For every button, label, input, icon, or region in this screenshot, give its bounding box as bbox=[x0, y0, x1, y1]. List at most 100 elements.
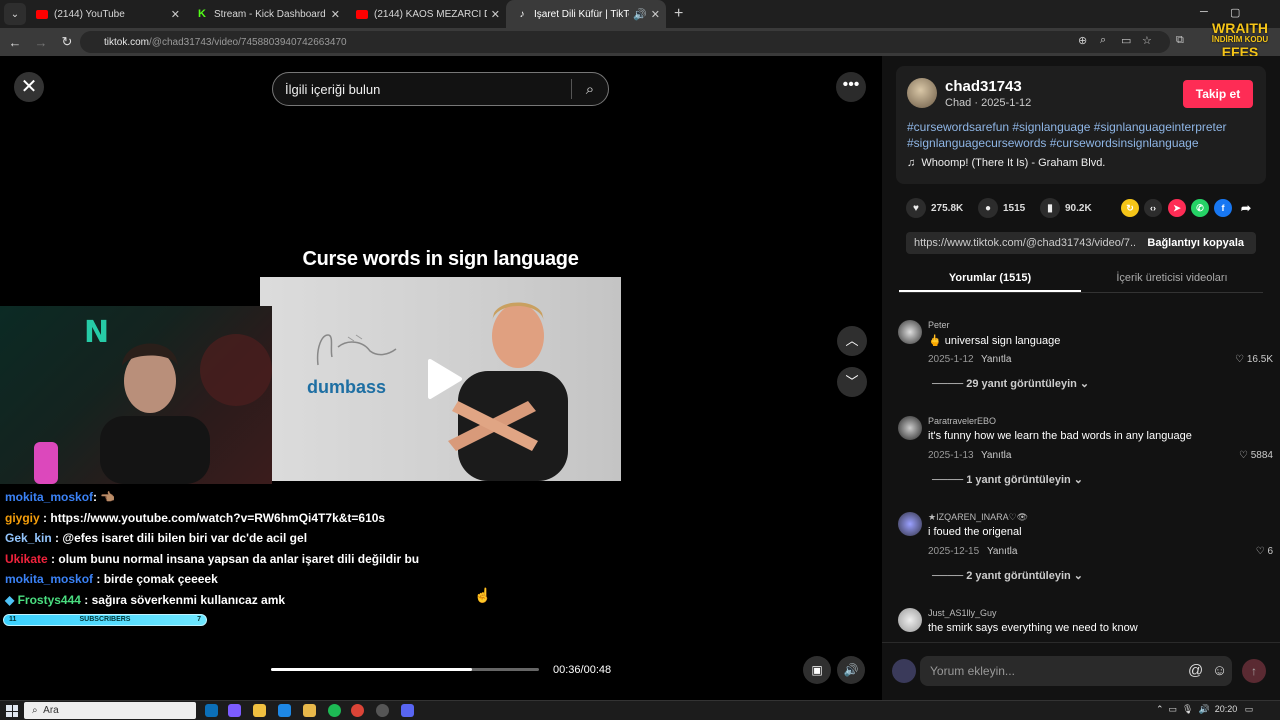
play-icon[interactable] bbox=[420, 357, 464, 401]
commenter-avatar[interactable] bbox=[898, 512, 922, 536]
share-icon[interactable]: ➦ bbox=[1237, 199, 1255, 217]
back-icon[interactable]: ← bbox=[4, 35, 26, 50]
tab-kick-dashboard[interactable]: K Stream - Kick Dashboard ✕ bbox=[186, 0, 346, 28]
new-tab-button[interactable]: + bbox=[674, 5, 683, 23]
author-username[interactable]: chad31743 bbox=[945, 78, 1022, 95]
emoji-icon[interactable]: ☺ bbox=[1212, 662, 1227, 679]
close-tab-icon[interactable]: ✕ bbox=[651, 8, 660, 21]
translate-icon[interactable]: ⊕ bbox=[1078, 34, 1087, 47]
view-replies-button[interactable]: ──── 1 yanıt görüntüleyin ⌄ bbox=[932, 473, 1083, 486]
browser-tab-bar: ⌄ (2144) YouTube ✕ K Stream - Kick Dashb… bbox=[0, 0, 1280, 28]
tab-comments[interactable]: Yorumlar (1515) bbox=[899, 260, 1081, 292]
author-avatar[interactable] bbox=[907, 78, 937, 108]
app-icon[interactable] bbox=[228, 704, 241, 717]
comment-icon: ● bbox=[978, 198, 998, 218]
tiktok-icon: ♪ bbox=[519, 8, 525, 20]
tab-tiktok[interactable]: ♪ İşaret Dili Küfür | TikTok 🔊 ✕ bbox=[506, 0, 666, 28]
tab-youtube[interactable]: (2144) YouTube ✕ bbox=[26, 0, 186, 28]
comment-like-button[interactable]: ♡ 16.5K bbox=[1235, 354, 1273, 365]
close-tab-icon[interactable]: ✕ bbox=[331, 8, 340, 21]
close-tab-icon[interactable]: ✕ bbox=[171, 8, 180, 21]
maximize-icon[interactable]: ▢ bbox=[1230, 6, 1240, 19]
reply-button[interactable]: Yanıtla bbox=[981, 450, 1011, 461]
svg-text:N: N bbox=[84, 315, 109, 350]
minimize-icon[interactable]: ─ bbox=[1200, 6, 1208, 18]
youtube-icon bbox=[356, 9, 368, 19]
spotify-icon[interactable] bbox=[328, 704, 341, 717]
close-video-button[interactable]: ✕ bbox=[14, 72, 44, 102]
chrome-icon[interactable] bbox=[351, 704, 364, 717]
previous-video-button[interactable]: ︿ bbox=[837, 326, 867, 356]
clock: 20:20 bbox=[1214, 704, 1238, 714]
mail-icon[interactable] bbox=[278, 704, 291, 717]
search-bar: ⌕ bbox=[272, 72, 609, 106]
hand-sketch-image bbox=[316, 334, 397, 366]
discord-icon[interactable] bbox=[401, 704, 414, 717]
system-tray: ⌃ ▭ 🎙 🔊 20:20 ▭ bbox=[1156, 704, 1254, 714]
search-icon[interactable]: ⌕ bbox=[572, 81, 608, 98]
repost-icon[interactable]: ↻ bbox=[1121, 199, 1139, 217]
stream-chat: mokita_moskof: 👈🏽 giygiy : https://www.y… bbox=[0, 487, 470, 611]
windows-start-icon[interactable] bbox=[6, 705, 18, 717]
next-video-button[interactable]: ﹀ bbox=[837, 367, 867, 397]
music-link[interactable]: ♫ Whoomp! (There It Is) - Graham Blvd. bbox=[907, 157, 1105, 169]
forward-icon[interactable]: → bbox=[30, 35, 52, 50]
post-info-card: chad31743 Chad · 2025-1-12 Takip et #cur… bbox=[896, 66, 1266, 184]
youtube-icon bbox=[36, 9, 48, 19]
mouse-cursor-icon: ☝ bbox=[474, 587, 492, 603]
tab-search-button[interactable]: ⌄ bbox=[4, 3, 26, 25]
extensions-icon[interactable]: ⧉ bbox=[1176, 34, 1184, 47]
volume-icon[interactable]: 🔊 bbox=[837, 656, 865, 684]
speaker-icon[interactable]: 🔊 bbox=[633, 8, 647, 21]
share-link[interactable]: https://www.tiktok.com/@chad31743/video/… bbox=[906, 237, 1135, 249]
like-button[interactable]: ♥ 275.8K bbox=[906, 198, 963, 218]
save-button[interactable]: ▮ 90.2K bbox=[1040, 198, 1092, 218]
video-frame: dumbass bbox=[260, 277, 621, 481]
store-icon[interactable] bbox=[253, 704, 266, 717]
taskbar-search[interactable]: ⌕ Ara bbox=[24, 702, 196, 719]
more-options-button[interactable]: ••• bbox=[836, 72, 866, 102]
chat-message: Gek_kin : @efes isaret dili bilen biri v… bbox=[5, 531, 308, 546]
my-avatar bbox=[892, 659, 916, 683]
zoom-icon[interactable]: ⌕ bbox=[1100, 34, 1106, 47]
author-subline: Chad · 2025-1-12 bbox=[945, 97, 1032, 109]
url-field[interactable]: tiktok.com/@chad31743/video/745880394074… bbox=[80, 31, 1170, 53]
view-replies-button[interactable]: ──── 2 yanıt görüntüleyin ⌄ bbox=[932, 569, 1083, 582]
edge-icon[interactable] bbox=[205, 704, 218, 717]
whatsapp-icon[interactable]: ✆ bbox=[1191, 199, 1209, 217]
file-explorer-icon[interactable] bbox=[303, 704, 316, 717]
comment-input[interactable] bbox=[920, 656, 1232, 686]
facebook-icon[interactable]: f bbox=[1214, 199, 1232, 217]
close-tab-icon[interactable]: ✕ bbox=[491, 8, 500, 21]
tab-creator-videos[interactable]: İçerik üreticisi videoları bbox=[1081, 260, 1263, 292]
post-comment-button[interactable]: ↑ bbox=[1242, 659, 1266, 683]
cast-icon[interactable]: ▭ bbox=[1121, 34, 1131, 47]
comment-input-bar: @ ☺ ↑ bbox=[882, 642, 1280, 700]
comment-like-button[interactable]: ♡ 6 bbox=[1256, 546, 1273, 557]
hashtags[interactable]: #cursewordsarefun #signlanguage #signlan… bbox=[907, 119, 1259, 151]
reply-button[interactable]: Yanıtla bbox=[981, 354, 1011, 365]
comment-button[interactable]: ● 1515 bbox=[978, 198, 1025, 218]
video-progress-bar[interactable] bbox=[271, 668, 539, 671]
commenter-avatar[interactable] bbox=[898, 416, 922, 440]
send-icon[interactable]: ➤ bbox=[1168, 199, 1186, 217]
follow-button[interactable]: Takip et bbox=[1183, 80, 1253, 108]
share-link-row: https://www.tiktok.com/@chad31743/video/… bbox=[906, 232, 1256, 254]
bookmark-star-icon[interactable]: ☆ bbox=[1142, 34, 1152, 47]
tab-youtube-kaos[interactable]: (2144) KAOS MEZARCI DOCH KAVGA ✕ bbox=[346, 0, 506, 28]
comment-item: Just_AS1lly_Guy the smirk says everythin… bbox=[898, 608, 1273, 638]
reply-button[interactable]: Yanıtla bbox=[987, 546, 1017, 557]
comment-like-button[interactable]: ♡ 5884 bbox=[1239, 450, 1273, 461]
search-input[interactable] bbox=[273, 81, 571, 97]
embed-icon[interactable]: ‹› bbox=[1144, 199, 1162, 217]
device-icon[interactable]: ▣ bbox=[803, 656, 831, 684]
copy-link-button[interactable]: Bağlantıyı kopyala bbox=[1135, 237, 1256, 249]
view-replies-button[interactable]: ──── 29 yanıt görüntüleyin ⌄ bbox=[932, 377, 1089, 390]
obs-icon[interactable] bbox=[376, 704, 389, 717]
reload-icon[interactable]: ↻ bbox=[56, 34, 78, 50]
chat-message: ◆ Frostys444 : sağıra söverkenmi kullanı… bbox=[5, 592, 286, 607]
mention-icon[interactable]: @ bbox=[1188, 662, 1203, 679]
commenter-avatar[interactable] bbox=[898, 608, 922, 632]
subscriber-goal-bar: 11 SUBSCRIBERS 7 bbox=[3, 614, 207, 626]
commenter-avatar[interactable] bbox=[898, 320, 922, 344]
